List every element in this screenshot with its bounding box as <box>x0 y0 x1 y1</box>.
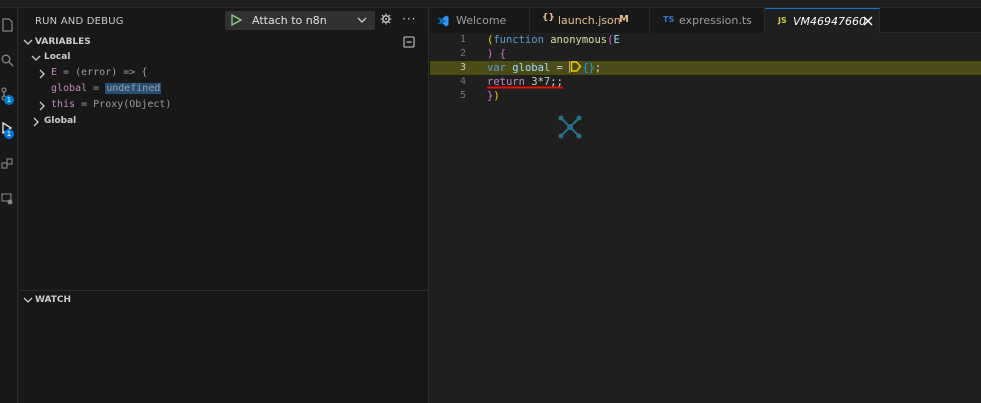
variable-row-global[interactable]: global = undefined <box>19 82 429 98</box>
search-icon[interactable] <box>0 51 14 69</box>
chevron-down-icon <box>23 297 33 303</box>
title-bar-strip <box>0 0 981 8</box>
typescript-icon: TS <box>663 15 675 24</box>
tab-launch-json[interactable]: {} launch.json M <box>530 8 650 33</box>
close-icon[interactable] <box>863 16 873 26</box>
collapse-all-icon[interactable] <box>403 36 415 48</box>
inline-breakpoint-icon[interactable] <box>570 61 582 72</box>
line-number: 5 <box>459 90 466 101</box>
activity-bar: 1 1 <box>0 8 18 403</box>
remote-explorer-icon[interactable] <box>0 189 14 207</box>
run-and-debug-sidebar: RUN AND DEBUG Attach to n8n ··· VARIABLE… <box>19 8 429 403</box>
javascript-icon: JS <box>778 16 787 25</box>
line-number: 4 <box>459 76 466 87</box>
scope-global-label: Global <box>44 116 77 126</box>
variable-equals: = <box>87 83 106 94</box>
variables-title: VARIABLES <box>35 37 91 47</box>
run-debug-badge: 1 <box>4 129 14 139</box>
variable-name: this <box>51 99 76 110</box>
variable-value: (error) => { <box>75 67 148 78</box>
scope-local[interactable]: Local <box>19 50 429 66</box>
more-actions-icon[interactable]: ··· <box>402 12 416 26</box>
watch-section-header[interactable]: WATCH <box>19 292 429 310</box>
debug-config-label: Attach to n8n <box>252 14 327 27</box>
chevron-right-icon <box>39 101 45 111</box>
sidebar-header: RUN AND DEBUG Attach to n8n ··· <box>19 8 429 34</box>
code-line: 2 ) { <box>430 47 981 61</box>
watermark-logo-icon <box>558 115 582 139</box>
variable-name: global <box>51 83 88 94</box>
line-number: 3 <box>459 62 466 73</box>
debug-config-select[interactable]: Attach to n8n <box>225 11 375 30</box>
chevron-right-icon <box>33 117 39 127</box>
section-divider <box>19 290 429 291</box>
scope-global[interactable]: Global <box>19 114 429 130</box>
line-number: 1 <box>459 34 466 45</box>
code-line: 5 }) <box>430 89 981 103</box>
vscode-icon <box>437 15 449 27</box>
start-debugging-icon[interactable] <box>230 14 242 26</box>
tab-expression-ts[interactable]: TS expression.ts <box>650 8 765 33</box>
variable-row-e[interactable]: E = (error) => { <box>19 66 429 82</box>
watch-title: WATCH <box>35 295 72 305</box>
gear-icon[interactable] <box>380 13 392 25</box>
code-editor[interactable]: 1 (function anonymous(E 2 ) { 3 var glob… <box>430 33 981 403</box>
variable-equals: = <box>75 99 94 110</box>
variable-row-this[interactable]: this = Proxy(Object) <box>19 98 429 114</box>
extensions-icon[interactable] <box>0 155 14 173</box>
chevron-down-icon <box>23 39 33 45</box>
current-execution-line: 3 var global = {}; <box>430 61 981 75</box>
tab-label: launch.json <box>558 14 621 27</box>
chevron-down-icon <box>357 17 367 23</box>
tab-vm46947660[interactable]: JS VM46947660 <box>765 8 880 33</box>
tab-label: Welcome <box>456 14 507 27</box>
chevron-right-icon <box>39 69 45 79</box>
variable-value: undefined <box>105 83 162 94</box>
variable-equals: = <box>57 67 76 78</box>
explorer-icon[interactable] <box>0 16 14 34</box>
tab-label: VM46947660 <box>793 15 867 28</box>
modified-badge: M <box>619 14 629 25</box>
code-line: 1 (function anonymous(E <box>430 33 981 47</box>
scope-local-label: Local <box>44 52 71 62</box>
chevron-down-icon <box>31 55 41 61</box>
json-icon: {} <box>542 13 555 23</box>
sidebar-title: RUN AND DEBUG <box>35 16 124 27</box>
variable-value: Proxy(Object) <box>93 99 172 110</box>
source-control-badge: 1 <box>4 95 14 105</box>
tab-label: expression.ts <box>679 14 752 27</box>
line-number: 2 <box>459 48 466 59</box>
editor-tab-bar: Welcome {} launch.json M TS expression.t… <box>430 8 981 33</box>
tab-welcome[interactable]: Welcome <box>430 8 530 33</box>
